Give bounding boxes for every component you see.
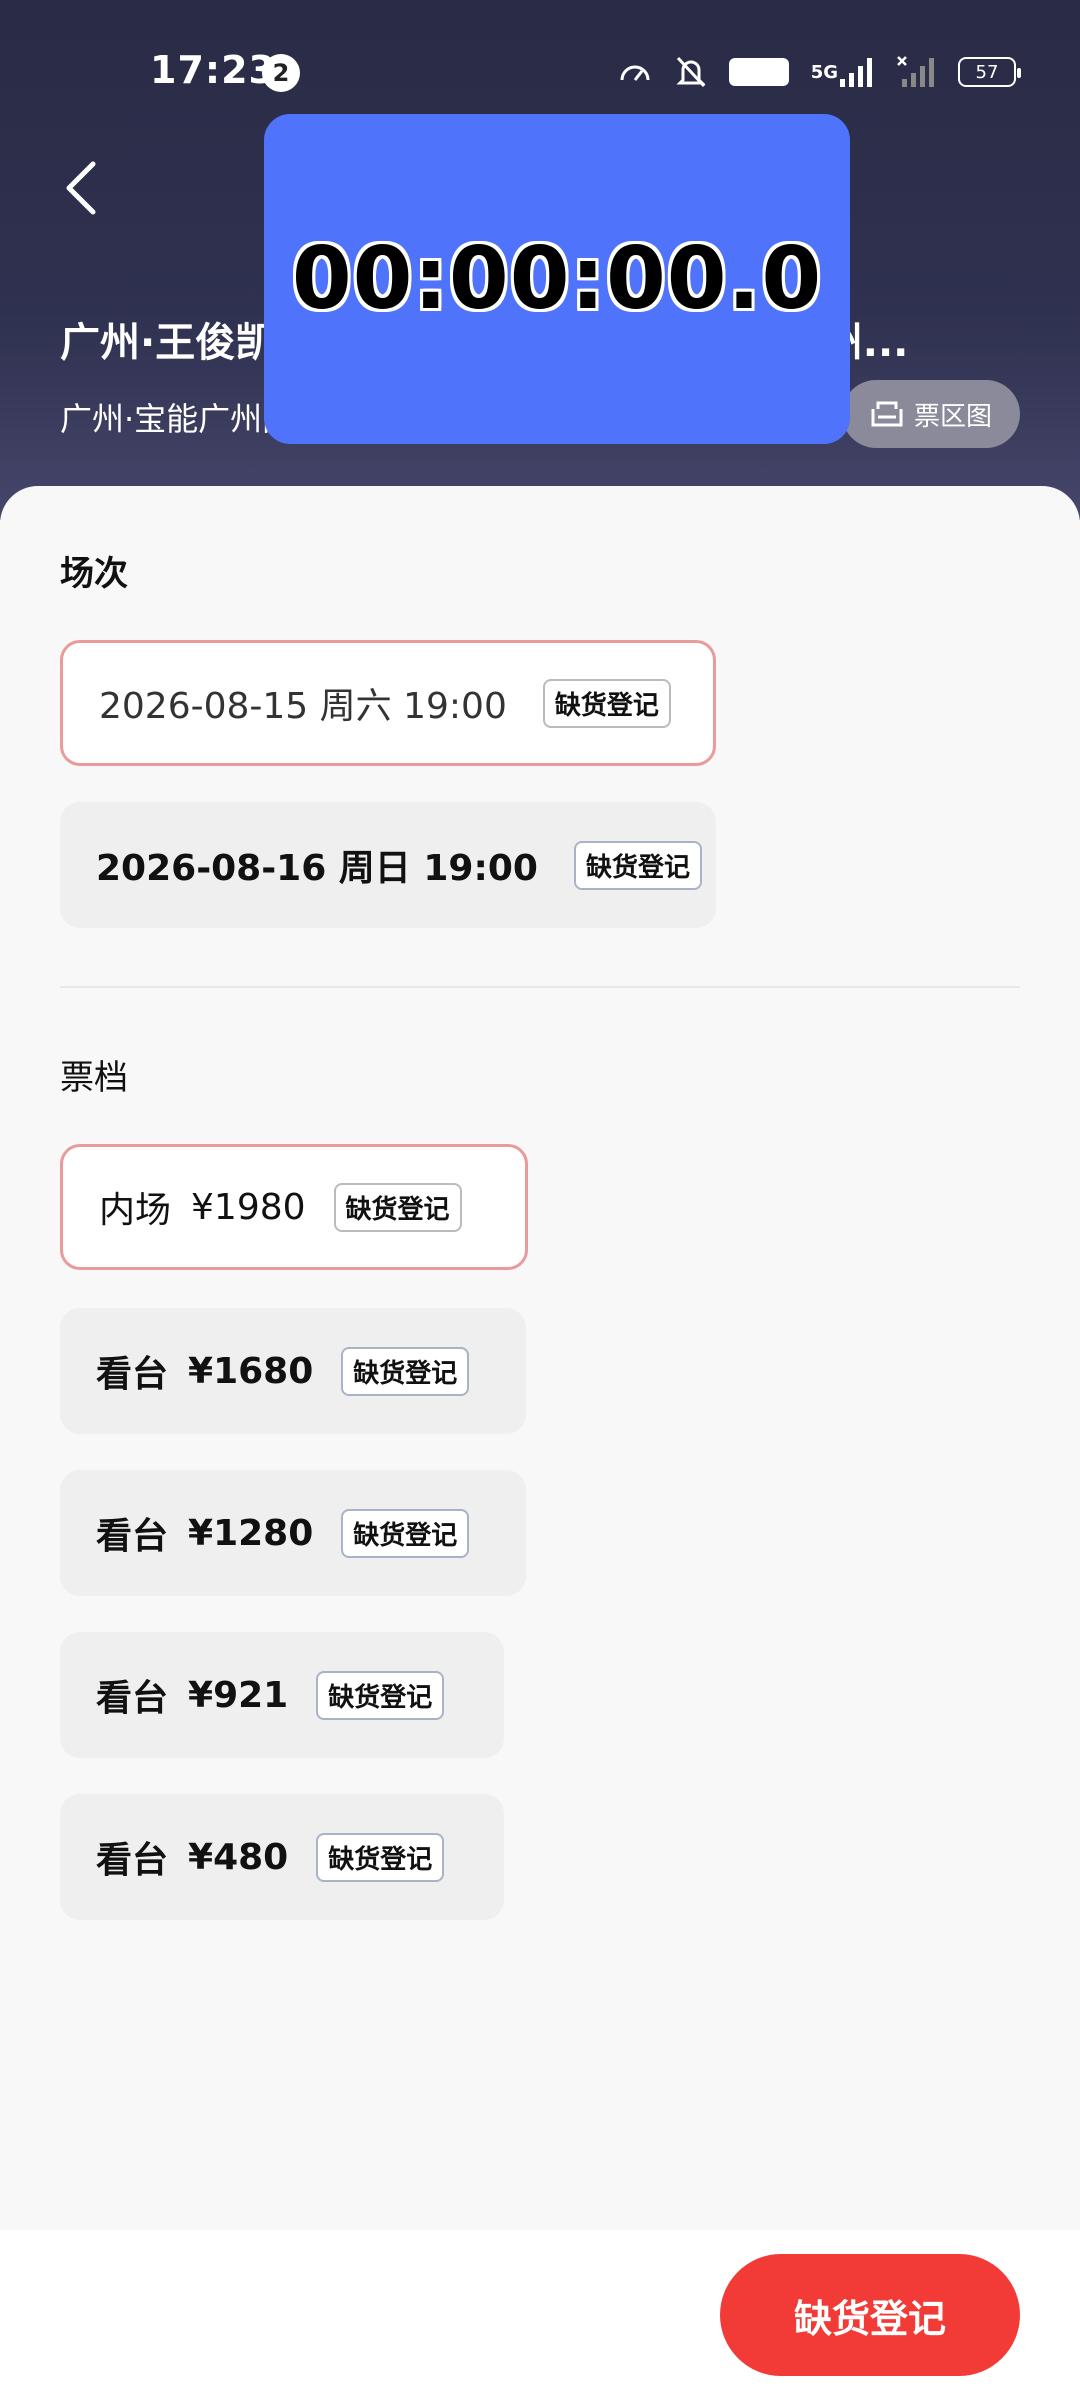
- tier-price: ¥921: [188, 1674, 289, 1716]
- stopwatch-overlay[interactable]: 00:00:00.0: [264, 114, 850, 444]
- hd-icon: HD1: [729, 58, 789, 86]
- tier-name: 看台: [96, 1516, 169, 1557]
- sessions-label: 场次: [60, 554, 128, 594]
- tier-name: 看台: [96, 1354, 169, 1395]
- out-of-stock-register-button[interactable]: 缺货登记: [720, 2254, 1020, 2376]
- out-of-stock-tag: 缺货登记: [341, 1508, 470, 1558]
- speedometer-icon: [617, 54, 653, 90]
- battery-icon: 57: [958, 57, 1021, 87]
- section-divider: [60, 986, 1020, 988]
- tier-name: 内场: [99, 1190, 172, 1231]
- tier-price: ¥1680: [188, 1350, 314, 1392]
- tier-price: ¥1980: [191, 1186, 306, 1228]
- status-icons: HD1 5G 57: [617, 52, 1021, 92]
- tier-option-0[interactable]: 内场 ¥1980 缺货登记: [60, 1144, 528, 1270]
- chevron-left-icon: [66, 161, 96, 215]
- network-type-label: 5G: [810, 61, 838, 83]
- out-of-stock-tag: 缺货登记: [341, 1346, 470, 1396]
- session-datetime: 2026-08-16 周日 19:00: [96, 848, 538, 889]
- tier-name: 看台: [96, 1840, 169, 1881]
- out-of-stock-tag: 缺货登记: [573, 840, 702, 890]
- tier-option-2[interactable]: 看台 ¥1280 缺货登记: [60, 1470, 526, 1596]
- tier-price: ¥1280: [188, 1512, 314, 1554]
- cellular-signal-weak-icon: [896, 55, 936, 89]
- sofa-icon: [871, 401, 903, 427]
- session-option-0[interactable]: 2026-08-15 周六 19:00 缺货登记: [60, 640, 716, 766]
- out-of-stock-tag: 缺货登记: [333, 1182, 462, 1232]
- session-option-1[interactable]: 2026-08-16 周日 19:00 缺货登记: [60, 802, 716, 928]
- cellular-signal-icon: 5G: [811, 55, 874, 89]
- bottom-action-bar: 缺货登记: [0, 2230, 1080, 2400]
- tiers-label: 票档: [60, 1058, 128, 1098]
- back-button[interactable]: [50, 158, 110, 218]
- out-of-stock-tag: 缺货登记: [316, 1832, 445, 1882]
- bell-muted-icon: [675, 54, 707, 90]
- out-of-stock-tag: 缺货登记: [542, 678, 671, 728]
- tier-option-4[interactable]: 看台 ¥480 缺货登记: [60, 1794, 504, 1920]
- stopwatch-display: 00:00:00.0: [291, 229, 823, 329]
- tier-option-1[interactable]: 看台 ¥1680 缺货登记: [60, 1308, 526, 1434]
- session-datetime: 2026-08-15 周六 19:00: [99, 686, 507, 727]
- tier-option-3[interactable]: 看台 ¥921 缺货登记: [60, 1632, 504, 1758]
- out-of-stock-tag: 缺货登记: [316, 1670, 445, 1720]
- status-time: 17:23: [150, 48, 276, 92]
- seat-map-button[interactable]: 票区图: [842, 380, 1020, 448]
- notification-count-badge: 2: [262, 54, 300, 92]
- tier-name: 看台: [96, 1678, 169, 1719]
- tier-price: ¥480: [188, 1836, 289, 1878]
- seat-map-label: 票区图: [913, 401, 992, 432]
